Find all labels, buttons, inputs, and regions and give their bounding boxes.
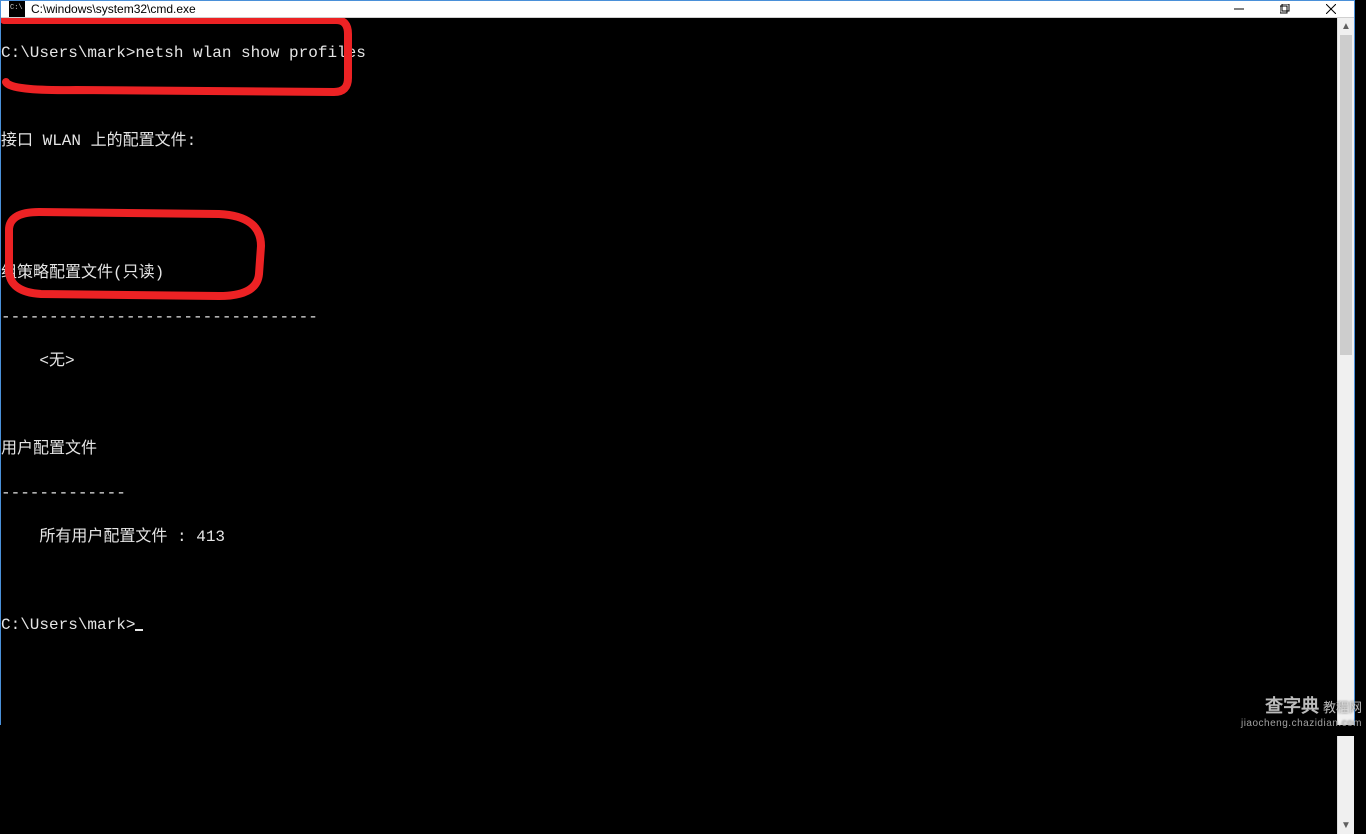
prompt-line-1: C:\Users\mark>netsh wlan show profiles <box>1 42 1337 64</box>
scrollbar-thumb[interactable] <box>1340 35 1352 355</box>
profile-entry: 所有用户配置文件 : 413 <box>1 526 1337 548</box>
window-controls <box>1216 1 1354 17</box>
cursor-icon <box>135 629 143 631</box>
watermark-url: jiaocheng.chazidian.com <box>1241 716 1362 732</box>
dashes-line: --------------------------------- <box>1 306 1337 328</box>
blank-line <box>1 570 1337 592</box>
terminal[interactable]: C:\Users\mark>netsh wlan show profiles 接… <box>1 18 1337 834</box>
group-policy-heading: 组策略配置文件(只读) <box>1 262 1337 284</box>
close-button[interactable] <box>1308 1 1354 17</box>
command-text: netsh wlan show profiles <box>135 44 365 62</box>
watermark-brand-cn: 查字典 <box>1265 696 1319 716</box>
blank-line <box>1 174 1337 196</box>
interface-heading: 接口 WLAN 上的配置文件: <box>1 130 1337 152</box>
close-icon <box>1326 4 1336 14</box>
cmd-window: C:\windows\system32\cmd.exe C:\Users\ma <box>0 0 1355 725</box>
blank-line <box>1 394 1337 416</box>
prompt-text: C:\Users\mark> <box>1 616 135 634</box>
window-title: C:\windows\system32\cmd.exe <box>31 2 196 16</box>
blank-line <box>1 86 1337 108</box>
minimize-icon <box>1234 4 1244 14</box>
none-entry: <无> <box>1 350 1337 372</box>
maximize-icon <box>1280 4 1290 14</box>
footer-strip <box>0 725 1366 736</box>
watermark-brand-suffix: 教程网 <box>1323 700 1362 715</box>
blank-line <box>1 218 1337 240</box>
terminal-wrap: C:\Users\mark>netsh wlan show profiles 接… <box>1 18 1354 834</box>
user-profiles-heading: 用户配置文件 <box>1 438 1337 460</box>
scroll-down-arrow-icon[interactable]: ▼ <box>1338 817 1354 834</box>
prompt-line-2: C:\Users\mark> <box>1 614 1337 636</box>
titlebar[interactable]: C:\windows\system32\cmd.exe <box>1 1 1354 18</box>
cmd-icon <box>9 1 25 17</box>
scroll-up-arrow-icon[interactable]: ▲ <box>1338 18 1354 35</box>
prompt-text: C:\Users\mark> <box>1 44 135 62</box>
watermark-brand: 查字典 教程网 <box>1241 698 1362 716</box>
dashes-line: ------------- <box>1 482 1337 504</box>
watermark: 查字典 教程网 jiaocheng.chazidian.com <box>1241 698 1362 732</box>
maximize-button[interactable] <box>1262 1 1308 17</box>
minimize-button[interactable] <box>1216 1 1262 17</box>
